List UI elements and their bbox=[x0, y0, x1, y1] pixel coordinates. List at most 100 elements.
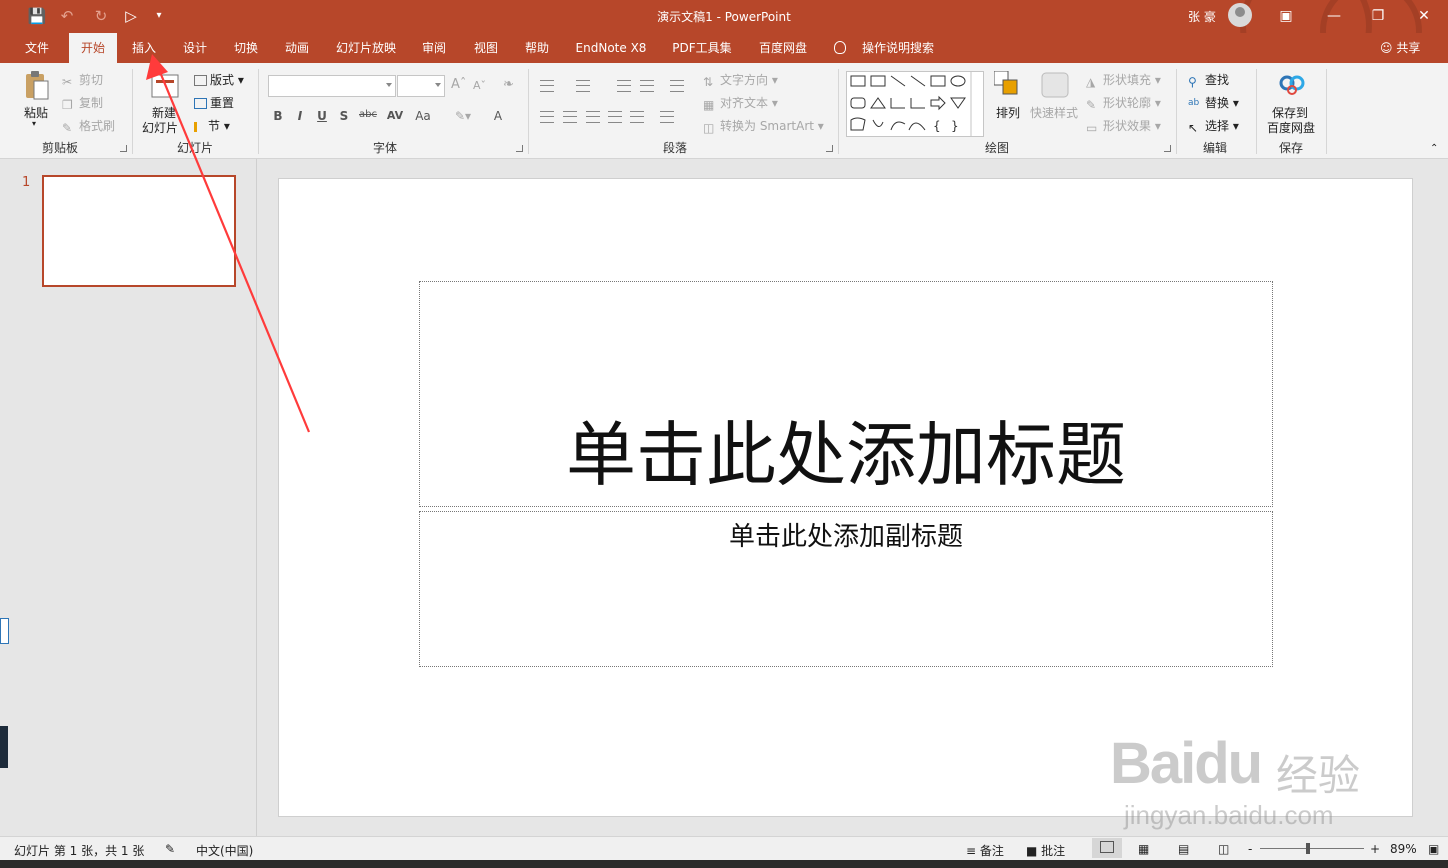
grow-font-icon[interactable]: Aˆ bbox=[451, 77, 466, 92]
quick-styles-icon[interactable] bbox=[1040, 71, 1070, 99]
tab-endnote[interactable]: EndNote X8 bbox=[570, 33, 652, 63]
close-icon[interactable]: ✕ bbox=[1412, 6, 1436, 26]
italic-button[interactable]: I bbox=[292, 109, 308, 123]
tab-home[interactable]: 开始 bbox=[69, 33, 117, 63]
tab-view[interactable]: 视图 bbox=[464, 33, 508, 63]
baidu-netdisk-icon[interactable] bbox=[1278, 71, 1306, 97]
zoom-slider[interactable] bbox=[1260, 848, 1364, 849]
font-launcher-icon[interactable] bbox=[516, 145, 523, 152]
align-center-icon[interactable] bbox=[563, 111, 577, 123]
distributed-icon[interactable] bbox=[630, 111, 644, 123]
zoom-level[interactable]: 89% bbox=[1390, 842, 1417, 856]
tab-design[interactable]: 设计 bbox=[173, 33, 217, 63]
change-case-button[interactable]: Aa bbox=[412, 109, 434, 123]
fit-to-window-icon[interactable]: ▣ bbox=[1428, 842, 1439, 856]
svg-text:{: { bbox=[933, 119, 941, 133]
slide-thumbnail[interactable] bbox=[42, 175, 236, 287]
avatar[interactable] bbox=[1228, 3, 1252, 27]
select-button[interactable]: ↖ 选择 ▾ bbox=[1188, 117, 1239, 135]
font-size-combo[interactable] bbox=[397, 75, 445, 97]
chevron-down-icon[interactable]: ▾ bbox=[32, 119, 36, 128]
tab-slideshow[interactable]: 幻灯片放映 bbox=[329, 33, 403, 63]
zoom-in-button[interactable]: + bbox=[1370, 842, 1380, 856]
tab-baidu-netdisk[interactable]: 百度网盘 bbox=[752, 33, 814, 63]
numbering-icon[interactable] bbox=[576, 80, 590, 92]
replace-button[interactable]: ab 替换 ▾ bbox=[1188, 94, 1239, 111]
shape-outline-button[interactable]: ✎ 形状轮廓 ▾ bbox=[1086, 94, 1161, 112]
minimize-icon[interactable]: — bbox=[1322, 6, 1346, 26]
comments-button[interactable]: ■ 批注 bbox=[1026, 842, 1065, 859]
font-name-combo[interactable] bbox=[268, 75, 396, 97]
line-spacing-icon[interactable] bbox=[670, 80, 684, 92]
notes-button[interactable]: ≡ 备注 bbox=[966, 842, 1004, 859]
strikethrough-button[interactable]: abc bbox=[356, 109, 380, 120]
tab-insert[interactable]: 插入 bbox=[122, 33, 166, 63]
language-status[interactable]: 中文(中国) bbox=[196, 842, 253, 859]
share-button[interactable]: ☺ 共享 bbox=[1380, 33, 1420, 63]
pane-splitter[interactable] bbox=[256, 159, 257, 836]
clear-formatting-icon[interactable]: ❧ bbox=[503, 77, 514, 92]
tab-animations[interactable]: 动画 bbox=[275, 33, 319, 63]
slide-thumbnail-pane[interactable]: 1 bbox=[0, 159, 256, 836]
underline-button[interactable]: U bbox=[314, 109, 330, 123]
section-button[interactable]: 节 ▾ bbox=[194, 117, 230, 134]
zoom-out-button[interactable]: - bbox=[1248, 842, 1252, 856]
paragraph-launcher-icon[interactable] bbox=[826, 145, 833, 152]
decrease-indent-icon[interactable] bbox=[617, 80, 631, 92]
clipboard-launcher-icon[interactable] bbox=[120, 145, 127, 152]
paste-icon[interactable] bbox=[22, 71, 50, 101]
spelling-icon[interactable]: ✎ bbox=[165, 842, 175, 856]
shape-fill-button[interactable]: ◮ 形状填充 ▾ bbox=[1086, 71, 1161, 89]
user-name[interactable]: 张 豪 bbox=[1188, 8, 1216, 25]
format-painter-button[interactable]: ✎ 格式刷 bbox=[62, 117, 115, 135]
cut-button[interactable]: ✂ 剪切 bbox=[62, 71, 103, 89]
save-to-label-2[interactable]: 百度网盘 bbox=[1267, 119, 1315, 136]
shape-effects-button[interactable]: ▭ 形状效果 ▾ bbox=[1086, 117, 1161, 135]
collapse-ribbon-icon[interactable]: ⌃ bbox=[1430, 143, 1438, 154]
align-text-button[interactable]: ▦ 对齐文本 ▾ bbox=[703, 94, 778, 112]
restore-icon[interactable]: ❐ bbox=[1366, 6, 1390, 26]
comment-icon: ■ bbox=[1026, 844, 1042, 858]
highlight-icon[interactable]: ✎▾ bbox=[455, 109, 471, 123]
copy-button[interactable]: ❐ 复制 bbox=[62, 94, 103, 112]
increase-indent-icon[interactable] bbox=[640, 80, 654, 92]
new-slide-icon[interactable] bbox=[150, 70, 180, 99]
font-color-button[interactable]: A bbox=[490, 109, 506, 123]
shapes-gallery[interactable]: {} bbox=[846, 71, 984, 137]
layout-button[interactable]: 版式 ▾ bbox=[194, 71, 244, 88]
new-slide-label-2[interactable]: 幻灯片 bbox=[142, 119, 178, 136]
title-placeholder[interactable]: 单击此处添加标题 bbox=[419, 281, 1273, 507]
tab-help[interactable]: 帮助 bbox=[515, 33, 559, 63]
slideshow-view-icon[interactable]: ◫ bbox=[1218, 842, 1229, 856]
arrange-button[interactable]: 排列 bbox=[996, 104, 1020, 121]
columns-icon[interactable] bbox=[660, 111, 674, 123]
ribbon-tabs: 文件 开始 插入 设计 切换 动画 幻灯片放映 审阅 视图 帮助 EndNote… bbox=[0, 33, 1448, 63]
tab-review[interactable]: 审阅 bbox=[412, 33, 456, 63]
justify-icon[interactable] bbox=[608, 111, 622, 123]
bold-button[interactable]: B bbox=[270, 109, 286, 123]
bullets-icon[interactable] bbox=[540, 80, 554, 92]
drawing-launcher-icon[interactable] bbox=[1164, 145, 1171, 152]
convert-smartart-button[interactable]: ◫ 转换为 SmartArt ▾ bbox=[703, 117, 824, 135]
slide-sorter-icon[interactable]: ▦ bbox=[1138, 842, 1149, 856]
arrange-icon[interactable] bbox=[993, 70, 1020, 97]
character-spacing-button[interactable]: AV bbox=[384, 109, 406, 122]
text-direction-icon: ⇅ bbox=[703, 74, 714, 89]
tab-pdf-tools[interactable]: PDF工具集 bbox=[666, 33, 738, 63]
reading-view-icon[interactable]: ▤ bbox=[1178, 842, 1189, 856]
text-direction-button[interactable]: ⇅ 文字方向 ▾ bbox=[703, 71, 778, 89]
find-button[interactable]: ⚲ 查找 bbox=[1188, 71, 1229, 89]
shrink-font-icon[interactable]: Aˇ bbox=[473, 79, 486, 92]
replace-label: 替换 bbox=[1205, 96, 1230, 110]
reset-button[interactable]: 重置 bbox=[194, 94, 234, 111]
align-right-icon[interactable] bbox=[586, 111, 600, 123]
tell-me-search[interactable]: 操作说明搜索 bbox=[858, 33, 938, 63]
subtitle-placeholder[interactable]: 单击此处添加副标题 bbox=[419, 511, 1273, 667]
shadow-button[interactable]: S bbox=[336, 109, 352, 123]
align-left-icon[interactable] bbox=[540, 111, 554, 123]
tab-file[interactable]: 文件 bbox=[14, 33, 60, 63]
zoom-slider-thumb[interactable] bbox=[1306, 843, 1310, 854]
quick-styles-button[interactable]: 快速样式 bbox=[1030, 104, 1078, 121]
tab-transitions[interactable]: 切换 bbox=[224, 33, 268, 63]
ribbon-display-options-icon[interactable]: ▣ bbox=[1274, 6, 1298, 26]
